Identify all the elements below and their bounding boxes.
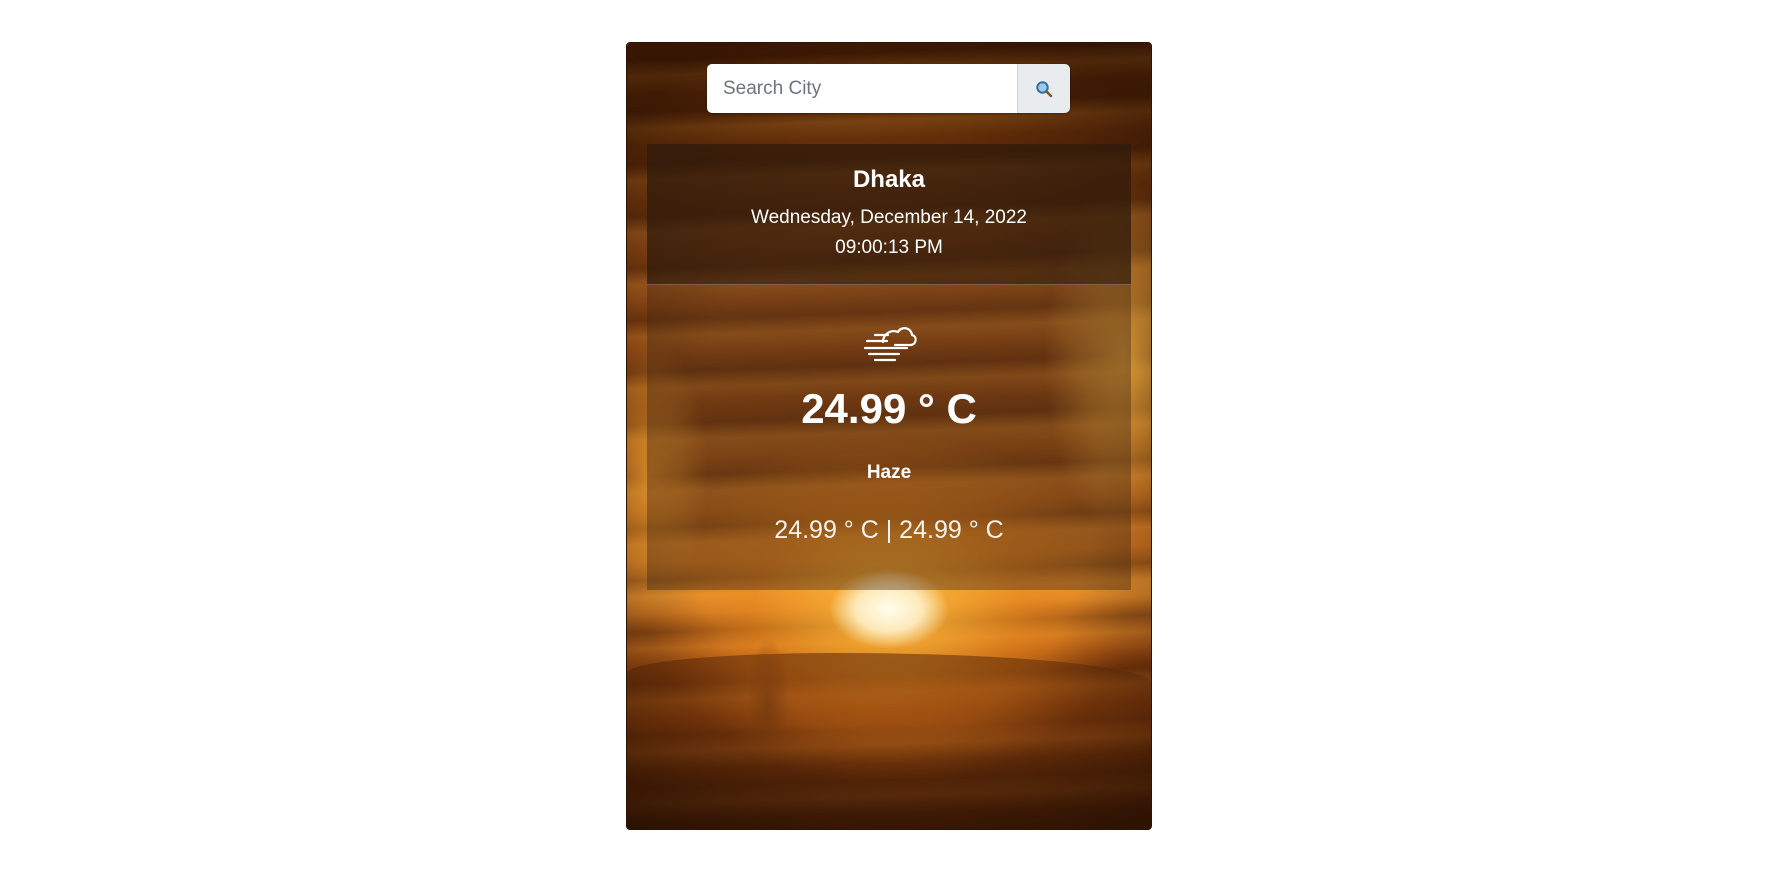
current-temperature: 24.99 ° C xyxy=(801,385,977,432)
weather-details: 24.99 ° C Haze 24.99 ° C | 24.99 ° C xyxy=(647,321,1131,545)
search-bar xyxy=(707,64,1070,113)
city-name: Dhaka xyxy=(852,166,926,193)
current-date: Wednesday, December 14, 2022 xyxy=(750,207,1028,228)
min-max-temperature: 24.99 ° C | 24.99 ° C xyxy=(774,516,1004,544)
weather-card: Dhaka Wednesday, December 14, 2022 09:00… xyxy=(626,42,1152,830)
weather-panel: Dhaka Wednesday, December 14, 2022 09:00… xyxy=(647,144,1131,590)
haze-wind-cloud-icon xyxy=(863,327,917,362)
search-icon xyxy=(1036,80,1053,97)
weather-condition: Haze xyxy=(866,462,912,483)
current-time: 09:00:13 PM xyxy=(835,237,943,258)
location-header: Dhaka Wednesday, December 14, 2022 09:00… xyxy=(647,144,1131,285)
search-button[interactable] xyxy=(1018,64,1070,113)
search-city-input[interactable] xyxy=(707,64,1018,113)
